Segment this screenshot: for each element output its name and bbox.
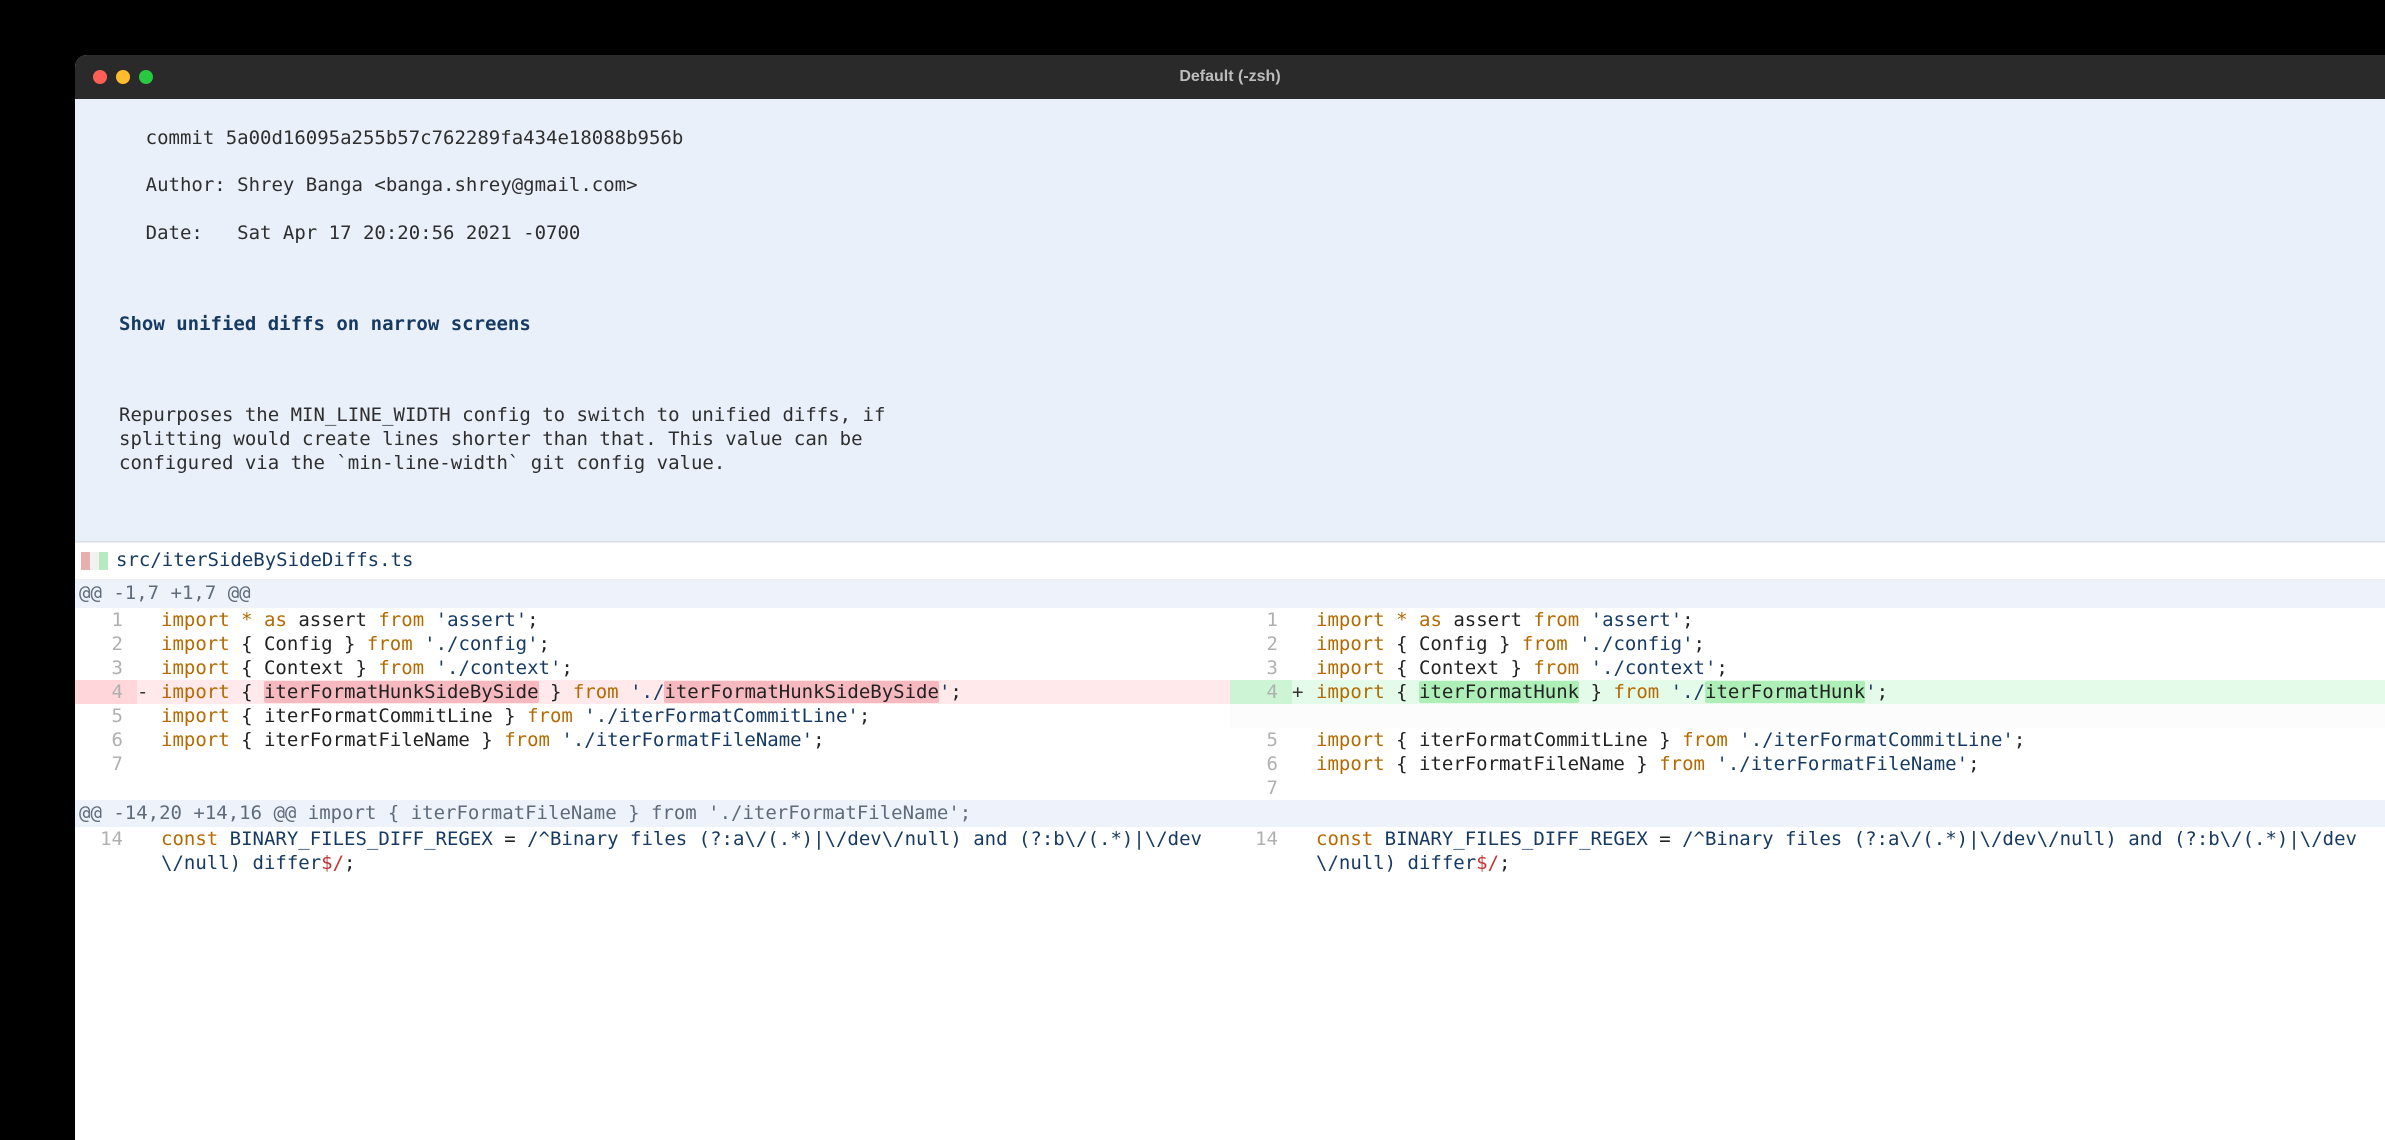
line-number: 5: [75, 704, 137, 728]
diff-sign: [137, 728, 161, 752]
diff-pane-left: 1 import * as assert from 'assert'; 2 impor…: [75, 608, 1230, 800]
code-line: import { Config } from './config';: [1316, 632, 2385, 656]
line-number: 3: [75, 656, 137, 680]
line-number: 14: [75, 827, 137, 875]
diff-sign: [1292, 704, 1316, 728]
diff-pane-right: 1 import * as assert from 'assert'; 2 impor…: [1230, 608, 2385, 800]
side-by-side: 14const BINARY_FILES_DIFF_REGEX = /^Bina…: [75, 827, 2385, 875]
line-number: 6: [75, 728, 137, 752]
diff-sign: [1292, 632, 1316, 656]
diff-row: 5 import { iterFormatCommitLine } from '.…: [75, 704, 1230, 728]
diff-row: 4-import { iterFormatHunkSideBySide } fr…: [75, 680, 1230, 704]
terminal-content[interactable]: commit 5a00d16095a255b57c762289fa434e180…: [75, 99, 2385, 875]
file-path: src/iterSideBySideDiffs.ts: [116, 549, 413, 573]
titlebar: Default (-zsh): [75, 55, 2385, 99]
line-number: 1: [1230, 608, 1292, 632]
line-number: 7: [1230, 776, 1292, 800]
diff-sign: -: [137, 680, 161, 704]
code-line: import { iterFormatHunkSideBySide } from…: [161, 680, 1230, 704]
diff-row: 14 const BINARY_FILES_DIFF_REGEX = /^Bina…: [75, 827, 1230, 875]
code-line: import * as assert from 'assert';: [1316, 608, 2385, 632]
code-line: import { iterFormatFileName } from './it…: [1316, 752, 2385, 776]
diff-sign: [1292, 608, 1316, 632]
line-number: 4: [1230, 680, 1292, 704]
line-number: 7: [75, 752, 137, 776]
diff-row: 2 import { Config } from './config';: [75, 632, 1230, 656]
code-line: import { Context } from './context';: [1316, 656, 2385, 680]
diff-row: 7: [1230, 776, 2385, 800]
terminal-window: Default (-zsh) commit 5a00d16095a255b57c…: [75, 55, 2385, 1140]
commit-title: Show unified diffs on narrow screens: [77, 313, 2383, 337]
commit-header: commit 5a00d16095a255b57c762289fa434e180…: [75, 99, 2385, 542]
diff-row: 14 const BINARY_FILES_DIFF_REGEX = /^Bina…: [1230, 827, 2385, 875]
code-line: const BINARY_FILES_DIFF_REGEX = /^Binary…: [1316, 827, 2385, 875]
diff-row: 5 import { iterFormatCommitLine } from '.…: [1230, 728, 2385, 752]
code-line: [1316, 776, 2385, 800]
code-line: import { iterFormatHunk } from './iterFo…: [1316, 680, 2385, 704]
line-number: 14: [1230, 827, 1292, 875]
diff-row: 1 import * as assert from 'assert';: [1230, 608, 2385, 632]
diff-sign: [137, 704, 161, 728]
diff-sign: [1292, 752, 1316, 776]
diff-sign: [1292, 656, 1316, 680]
diff-hunks: @@ -1,7 +1,7 @@1import * as assert from …: [75, 580, 2385, 876]
line-number: [1230, 704, 1292, 728]
diff-row: [1230, 704, 2385, 728]
code-line: import { Context } from './context';: [161, 656, 1230, 680]
line-number: 1: [75, 608, 137, 632]
commit-date-line: Date: Sat Apr 17 20:20:56 2021 -0700: [146, 222, 581, 244]
diff-pane-left: 14 const BINARY_FILES_DIFF_REGEX = /^Bina…: [75, 827, 1230, 875]
line-number: 4: [75, 680, 137, 704]
diff-sign: [1292, 728, 1316, 752]
diff-sign: [137, 656, 161, 680]
zoom-icon[interactable]: [139, 70, 153, 84]
diff-row: 6 import { iterFormatFileName } from './i…: [75, 728, 1230, 752]
file-header: src/iterSideBySideDiffs.ts: [75, 542, 2385, 580]
traffic-lights: [75, 70, 153, 84]
code-line: [1316, 704, 2385, 728]
diff-row: 6 import { iterFormatFileName } from './i…: [1230, 752, 2385, 776]
line-number: 2: [75, 632, 137, 656]
diff-sign: [137, 632, 161, 656]
side-by-side: 1import * as assert from 'assert';2impor…: [75, 608, 2385, 800]
diff-row: 2 import { Config } from './config';: [1230, 632, 2385, 656]
code-line: import * as assert from 'assert';: [161, 608, 1230, 632]
code-line: [161, 752, 1230, 776]
diff-row: 7: [75, 752, 1230, 776]
code-line: import { iterFormatFileName } from './it…: [161, 728, 1230, 752]
line-number: 3: [1230, 656, 1292, 680]
diff-row: 3 import { Context } from './context';: [1230, 656, 2385, 680]
diff-row: 1 import * as assert from 'assert';: [75, 608, 1230, 632]
diff-sign: [1292, 827, 1316, 875]
commit-sha-line: commit 5a00d16095a255b57c762289fa434e180…: [146, 127, 684, 149]
hunk-header: @@ -1,7 +1,7 @@: [75, 580, 2385, 608]
commit-body: Repurposes the MIN_LINE_WIDTH config to …: [77, 404, 2383, 475]
diff-row: 3 import { Context } from './context';: [75, 656, 1230, 680]
window-title: Default (-zsh): [75, 67, 2385, 87]
line-number: 5: [1230, 728, 1292, 752]
line-number: 2: [1230, 632, 1292, 656]
line-number: 6: [1230, 752, 1292, 776]
hunk-header: @@ -14,20 +14,16 @@ import { iterFormatF…: [75, 800, 2385, 828]
diff-sign: [1292, 776, 1316, 800]
diff-row: 4+import { iterFormatHunk } from './iter…: [1230, 680, 2385, 704]
code-line: import { Config } from './config';: [161, 632, 1230, 656]
diff-sign: [137, 608, 161, 632]
close-icon[interactable]: [93, 70, 107, 84]
commit-author-line: Author: Shrey Banga <banga.shrey@gmail.c…: [146, 174, 638, 196]
minimize-icon[interactable]: [116, 70, 130, 84]
diff-stat-icon: [81, 552, 108, 570]
diff-sign: +: [1292, 680, 1316, 704]
code-line: const BINARY_FILES_DIFF_REGEX = /^Binary…: [161, 827, 1230, 875]
diff-sign: [137, 827, 161, 875]
diff-pane-right: 14 const BINARY_FILES_DIFF_REGEX = /^Bina…: [1230, 827, 2385, 875]
code-line: import { iterFormatCommitLine } from './…: [1316, 728, 2385, 752]
diff-sign: [137, 752, 161, 776]
code-line: import { iterFormatCommitLine } from './…: [161, 704, 1230, 728]
